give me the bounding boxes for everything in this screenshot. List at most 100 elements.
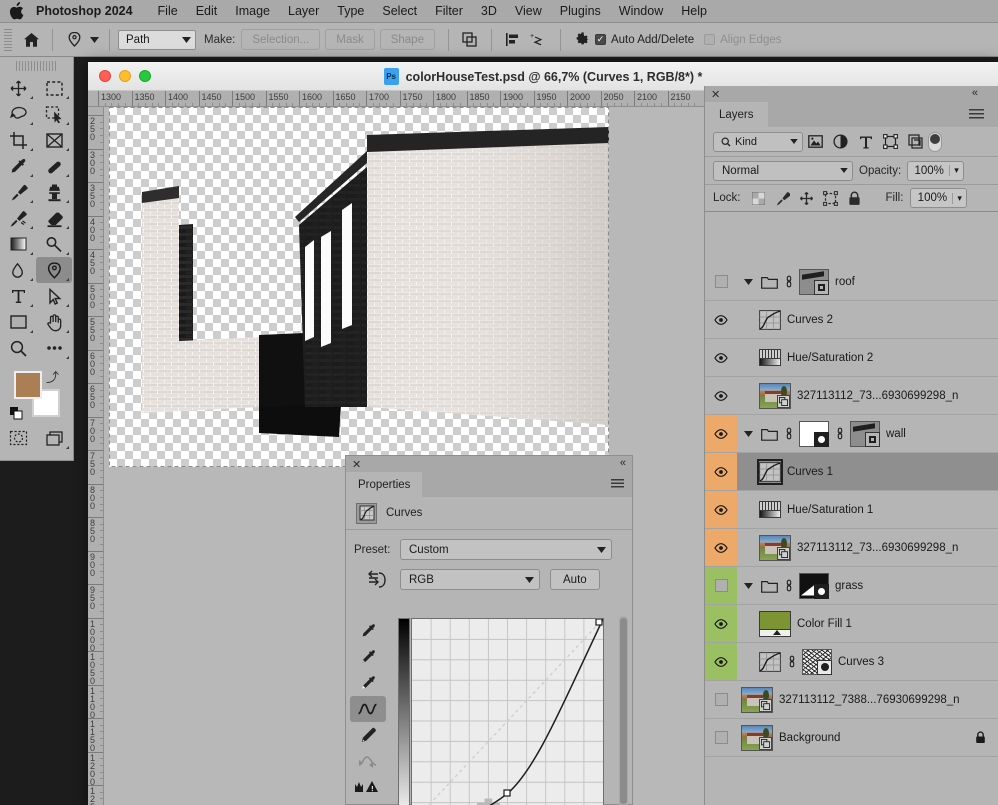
link-mask-icon[interactable]	[784, 275, 793, 288]
layer-row[interactable]: Curves 3	[705, 643, 998, 681]
default-colors-icon[interactable]	[10, 407, 23, 420]
path-alignment-icon[interactable]	[500, 27, 526, 53]
menu-image[interactable]: Image	[226, 2, 279, 20]
group-mask-thumbnail[interactable]	[799, 421, 829, 447]
visibility-toggle-empty[interactable]	[715, 731, 728, 744]
visibility-toggle[interactable]	[705, 415, 737, 452]
quick-mask-icon[interactable]	[0, 425, 36, 451]
adjustment-thumbnail[interactable]	[759, 499, 781, 521]
toolbar-grip[interactable]	[16, 61, 57, 71]
visibility-toggle[interactable]	[705, 681, 737, 718]
curves-channel-icon[interactable]	[354, 570, 400, 590]
visibility-toggle[interactable]	[705, 643, 737, 680]
blend-mode-select[interactable]: Normal	[713, 161, 853, 181]
make-selection-button[interactable]: Selection...	[241, 29, 320, 50]
group-mask-thumbnail[interactable]	[850, 421, 880, 447]
close-button[interactable]	[99, 70, 111, 82]
path-mode-select[interactable]: Path	[118, 30, 196, 50]
link-mask-icon[interactable]	[784, 579, 793, 592]
brush-tool-icon[interactable]	[0, 179, 36, 205]
visibility-toggle[interactable]	[705, 605, 737, 642]
black-point-eyedropper-icon[interactable]	[350, 618, 386, 644]
adjustment-layer-filter-icon[interactable]	[828, 131, 853, 153]
smooth-curve-icon[interactable]	[350, 748, 386, 774]
curves-graph[interactable]	[411, 618, 604, 805]
rectangular-marquee-tool-icon[interactable]	[36, 75, 72, 101]
maximize-button[interactable]	[139, 70, 151, 82]
screen-mode-icon[interactable]	[36, 425, 72, 451]
swap-colors-icon[interactable]: ⤴	[46, 367, 59, 386]
group-mask-thumbnail[interactable]	[799, 269, 829, 295]
pen-tool-icon[interactable]	[61, 27, 87, 53]
menu-edit[interactable]: Edit	[187, 2, 227, 20]
history-brush-tool-icon[interactable]	[0, 205, 36, 231]
lock-all-icon[interactable]	[844, 188, 866, 208]
visibility-toggle[interactable]	[705, 491, 737, 528]
make-shape-button[interactable]: Shape	[380, 29, 435, 50]
visibility-toggle[interactable]	[705, 719, 737, 756]
path-arrangement-icon[interactable]: +	[526, 27, 552, 53]
pixel-layer-filter-icon[interactable]	[803, 131, 828, 153]
align-edges-checkbox[interactable]	[704, 34, 715, 45]
auto-add-delete-checkbox[interactable]: ✓	[595, 34, 606, 45]
clipping-warning-icon[interactable]	[350, 774, 386, 800]
visibility-toggle[interactable]	[705, 529, 737, 566]
path-operations-icon[interactable]	[457, 27, 483, 53]
object-selection-tool-icon[interactable]	[36, 101, 72, 127]
layer-list[interactable]: roofCurves 2Hue/Saturation 2327113112_73…	[705, 263, 998, 805]
menu-select[interactable]: Select	[373, 2, 426, 20]
frame-tool-icon[interactable]	[36, 127, 72, 153]
visibility-toggle-empty[interactable]	[715, 693, 728, 706]
menu-type[interactable]: Type	[328, 2, 373, 20]
visibility-toggle[interactable]	[705, 453, 737, 490]
filter-enable-toggle[interactable]	[928, 132, 942, 152]
layer-mask-thumbnail[interactable]	[802, 649, 832, 675]
layer-row[interactable]: Curves 2	[705, 301, 998, 339]
menu-help[interactable]: Help	[672, 2, 716, 20]
eyedropper-tool-icon[interactable]	[0, 153, 36, 179]
layer-row[interactable]: Color Fill 1	[705, 605, 998, 643]
layer-thumbnail[interactable]	[741, 687, 773, 713]
lock-image-pixels-icon[interactable]	[772, 188, 794, 208]
lock-position-icon[interactable]	[796, 188, 818, 208]
color-fill-thumbnail[interactable]	[759, 611, 791, 637]
close-icon[interactable]: ✕	[711, 88, 720, 101]
spot-healing-brush-tool-icon[interactable]	[36, 153, 72, 179]
layer-row[interactable]: Curves 1	[705, 453, 998, 491]
visibility-toggle[interactable]	[705, 301, 737, 338]
visibility-toggle-empty[interactable]	[715, 579, 728, 592]
link-mask-icon[interactable]	[784, 427, 793, 440]
layer-row[interactable]: wall	[705, 415, 998, 453]
fill-field[interactable]: 100% ▾	[910, 188, 967, 208]
minimize-button[interactable]	[119, 70, 131, 82]
eraser-tool-icon[interactable]	[36, 205, 72, 231]
foreground-color-swatch[interactable]	[14, 371, 42, 399]
layer-thumbnail[interactable]	[759, 535, 791, 561]
smart-object-filter-icon[interactable]	[903, 131, 928, 153]
chevron-down-icon[interactable]: ▾	[952, 193, 962, 204]
lock-artboard-nesting-icon[interactable]	[820, 188, 842, 208]
layers-panel-header[interactable]: ✕ «	[705, 86, 998, 102]
curve-control-points[interactable]	[412, 619, 603, 805]
link-mask-icon[interactable]	[835, 427, 844, 440]
vertical-ruler[interactable]: 2503003504004505005506006507007508008509…	[88, 107, 104, 805]
path-selection-tool-icon[interactable]	[36, 283, 72, 309]
move-tool-icon[interactable]	[0, 75, 36, 101]
home-icon[interactable]	[18, 27, 44, 53]
dodge-tool-icon[interactable]	[36, 231, 72, 257]
menu-view[interactable]: View	[506, 2, 551, 20]
layer-row[interactable]: Hue/Saturation 1	[705, 491, 998, 529]
visibility-toggle[interactable]	[705, 567, 737, 604]
chevron-down-icon[interactable]: ▾	[949, 165, 959, 176]
rectangle-tool-icon[interactable]	[0, 309, 36, 335]
menu-window[interactable]: Window	[610, 2, 672, 20]
preset-select[interactable]: Custom	[400, 539, 612, 560]
menu-layer[interactable]: Layer	[279, 2, 328, 20]
clone-stamp-tool-icon[interactable]	[36, 179, 72, 205]
tab-properties[interactable]: Properties	[346, 472, 422, 497]
panel-menu-icon[interactable]	[611, 479, 624, 489]
panel-menu-icon[interactable]	[969, 109, 984, 120]
crop-tool-icon[interactable]	[0, 127, 36, 153]
adjustment-thumbnail[interactable]	[759, 651, 781, 673]
shape-layer-filter-icon[interactable]	[878, 131, 903, 153]
